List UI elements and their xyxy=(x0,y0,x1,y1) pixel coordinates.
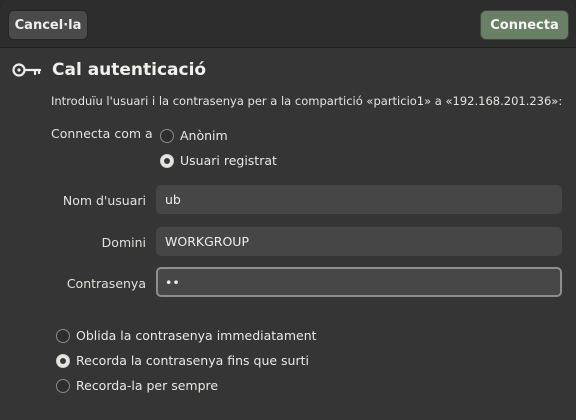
radio-registered-user[interactable]: Usuari registrat xyxy=(160,153,277,168)
password-field[interactable]: •• xyxy=(156,267,562,297)
radio-remember-until-logout[interactable]: Recorda la contrasenya fins que surti xyxy=(56,353,309,368)
radio-forget-immediately-label: Oblida la contrasenya immediatament xyxy=(76,328,317,343)
username-label: Nom d'usuari xyxy=(62,193,146,208)
radio-indicator-checked[interactable] xyxy=(56,353,70,368)
radio-anonymous[interactable]: Anònim xyxy=(160,128,228,143)
radio-remember-forever[interactable]: Recorda-la per sempre xyxy=(56,378,218,393)
dialog-title: Cal autenticació xyxy=(52,60,207,80)
dialog-description: Introduïu l'usuari i la contrasenya per … xyxy=(51,94,563,108)
cancel-button[interactable]: Cancel·la xyxy=(8,10,88,40)
username-field[interactable]: ub xyxy=(156,185,562,214)
radio-indicator[interactable] xyxy=(56,328,70,343)
connect-as-label: Connecta com a xyxy=(51,126,153,141)
radio-indicator[interactable] xyxy=(160,128,174,143)
radio-remember-forever-label: Recorda-la per sempre xyxy=(76,378,219,393)
radio-registered-user-label: Usuari registrat xyxy=(180,153,277,168)
radio-forget-immediately[interactable]: Oblida la contrasenya immediatament xyxy=(56,328,317,343)
connect-button[interactable]: Connecta xyxy=(480,10,569,40)
radio-anonymous-label: Anònim xyxy=(180,128,228,143)
domain-field[interactable]: WORKGROUP xyxy=(156,227,562,256)
radio-indicator-checked[interactable] xyxy=(160,153,174,168)
radio-remember-until-logout-label: Recorda la contrasenya fins que surti xyxy=(76,353,309,368)
dialog-title-row: Cal autenticació xyxy=(12,58,206,82)
password-label: Contrasenya xyxy=(66,276,146,291)
radio-indicator[interactable] xyxy=(56,378,70,393)
key-icon xyxy=(12,63,42,77)
dialog-headerbar: Cancel·la Connecta xyxy=(0,0,576,48)
authentication-dialog: Cancel·la Connecta Cal autenticació Intr… xyxy=(0,0,576,420)
domain-label: Domini xyxy=(101,235,146,250)
